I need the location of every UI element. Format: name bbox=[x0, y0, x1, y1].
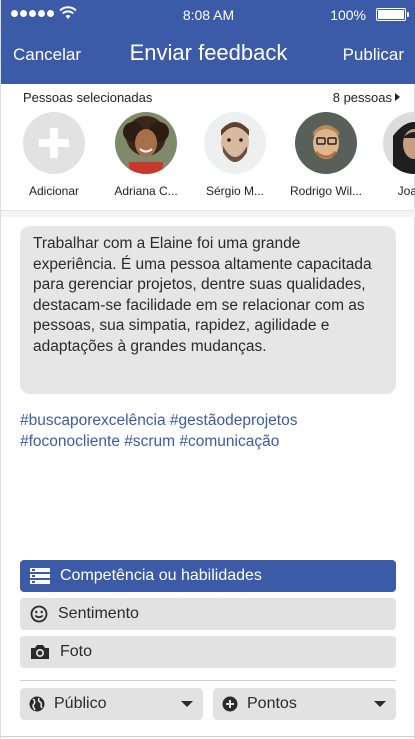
person-sergio[interactable]: Sérgio M... bbox=[195, 112, 275, 198]
selected-people-label: Pessoas selecionadas bbox=[23, 90, 153, 105]
section-separator bbox=[1, 211, 415, 217]
option-label: Foto bbox=[60, 643, 93, 660]
person-rodrigo[interactable]: Rodrigo Wil... bbox=[286, 112, 366, 198]
avatar bbox=[115, 112, 177, 174]
hashtags[interactable]: #buscaporexcelência #gestãodeprojetos #f… bbox=[20, 411, 400, 452]
chevron-down-icon bbox=[181, 701, 193, 707]
feedback-message[interactable]: Trabalhar com a Elaine foi uma grande ex… bbox=[20, 226, 396, 394]
photo-option[interactable]: Foto bbox=[20, 636, 396, 668]
smiley-icon bbox=[30, 605, 48, 623]
divider bbox=[20, 680, 396, 681]
globe-icon bbox=[29, 696, 45, 712]
selected-people-header: Pessoas selecionadas 8 pessoas bbox=[23, 90, 400, 105]
people-count-link[interactable]: 8 pessoas bbox=[333, 90, 400, 105]
camera-icon bbox=[31, 645, 49, 659]
chevron-right-icon bbox=[395, 93, 400, 101]
chevron-down-icon bbox=[374, 701, 386, 707]
visibility-select[interactable]: Público bbox=[20, 688, 203, 720]
points-select[interactable]: Pontos bbox=[213, 688, 396, 720]
avatar bbox=[295, 112, 357, 174]
add-person-button[interactable]: Adicionar bbox=[14, 112, 94, 198]
publish-button[interactable]: Publicar bbox=[343, 45, 404, 65]
battery-icon bbox=[376, 8, 409, 21]
divider bbox=[1, 736, 415, 737]
visibility-label: Público bbox=[54, 695, 107, 712]
sentiment-option[interactable]: Sentimento bbox=[20, 598, 396, 630]
list-icon bbox=[30, 568, 50, 584]
option-label: Competência ou habilidades bbox=[60, 567, 262, 584]
option-label: Sentimento bbox=[58, 605, 139, 622]
person-adriana[interactable]: Adriana C... bbox=[106, 112, 186, 198]
header: 8:08 AM 100% Cancelar Enviar feedback Pu… bbox=[1, 0, 415, 84]
status-bar: 8:08 AM 100% bbox=[1, 0, 415, 30]
avatar bbox=[204, 112, 266, 174]
avatar bbox=[383, 112, 415, 174]
points-label: Pontos bbox=[247, 695, 297, 712]
competence-option[interactable]: Competência ou habilidades bbox=[20, 560, 396, 592]
add-icon bbox=[23, 112, 85, 174]
plus-circle-icon bbox=[222, 696, 238, 712]
feedback-screen: 8:08 AM 100% Cancelar Enviar feedback Pu… bbox=[0, 0, 415, 739]
people-carousel[interactable]: Adicionar Adriana C... Sérgio M... Rodri… bbox=[1, 112, 415, 208]
person-joana[interactable]: Joana bbox=[374, 112, 415, 198]
battery-percent: 100% bbox=[330, 7, 366, 23]
